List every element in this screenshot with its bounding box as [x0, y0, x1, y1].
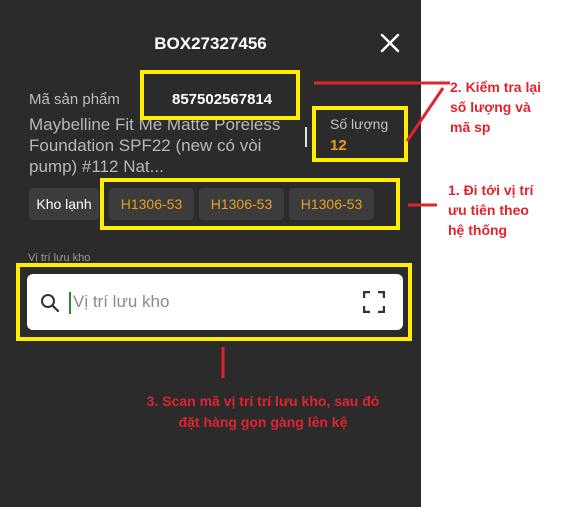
- annotation-line: ưu tiên theo: [448, 202, 529, 218]
- annotation-1: 1. Đi tới vị trí ưu tiên theo hệ thống: [448, 180, 533, 240]
- annotation-3: 3. Scan mã vị trí trí lưu kho, sau đó đặ…: [118, 391, 408, 433]
- annotation-line: 1. Đi tới vị trí: [448, 182, 534, 198]
- annotation-line: số lượng và: [450, 99, 531, 115]
- annotation-line: đặt hàng gọn gàng lên kệ: [178, 414, 348, 430]
- annotation-2: 2. Kiểm tra lại số lượng và mã sp: [450, 77, 541, 137]
- annotation-line: mã sp: [450, 119, 491, 135]
- annotation-line: 3. Scan mã vị trí trí lưu kho, sau đó: [146, 393, 380, 409]
- annotation-line: hệ thống: [448, 222, 508, 238]
- annotation-line: 2. Kiểm tra lại: [450, 79, 542, 95]
